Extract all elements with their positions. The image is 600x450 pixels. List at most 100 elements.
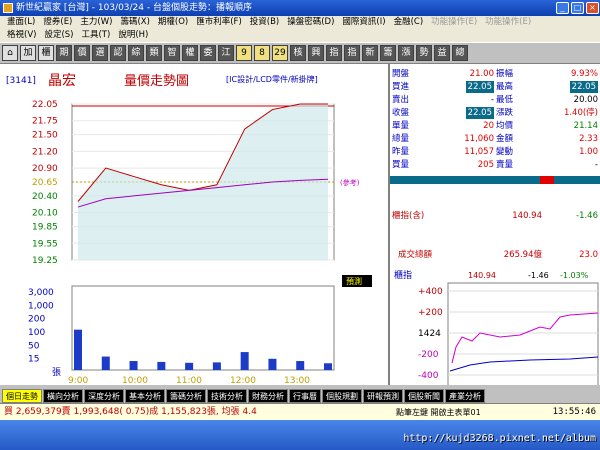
toolbar-btn-20[interactable]: 籌 [380,45,396,61]
maximize-button[interactable]: □ [571,2,584,14]
price-tick-3: 21.20 [32,147,58,157]
analysis-tabs: 個日走勢 橫向分析 深度分析 基本分析 籌碼分析 技術分析 財務分析 行事曆 個股規劃 研報預測個… [0,385,600,403]
amount-label: 金額 [496,134,514,144]
time-tick-3: 12:00 [230,376,256,385]
toolbar-btn-10[interactable]: 委 [200,45,216,61]
volume-tick-5: 15 [28,355,39,365]
toolbar-btn-23[interactable]: 益 [434,45,450,61]
toolbar: ⌂ 加櫃期價選認綜類智權委江 9 8 29 核興指指新籌漲勢益總 [0,42,600,64]
volume-tick-4: 50 [28,341,40,351]
price-tick-9: 19.55 [32,239,58,249]
footer-url: http://kujd3268.pixnet.net/album [403,433,596,444]
volume-bar-9 [324,363,332,370]
toolbar-btn-4[interactable]: 選 [92,45,108,61]
volume-bar-1 [101,356,110,370]
open-value: 21.00 [469,69,494,79]
menu-item-4[interactable]: 期權(O) [154,16,192,29]
toolbar-btn-11[interactable]: 江 [218,45,234,61]
minimize-button[interactable]: _ [556,2,569,14]
toolbar-btn-8[interactable]: 智 [164,45,180,61]
toolbar-btn-14[interactable]: 29 [272,45,288,61]
tab-9[interactable]: 研報預測 [363,389,403,403]
mini-tick-0: +400 [418,287,443,297]
prev-vol-value: 11,057 [464,147,494,157]
menu-item-10[interactable]: 功能操作(E) [427,16,481,29]
menu-item-2[interactable]: 主力(W) [76,16,116,29]
toolbar-btn-18[interactable]: 指 [344,45,360,61]
price-tick-10: 19.25 [32,256,58,266]
sell-vol-label: 賣量 [496,160,514,170]
tab-5[interactable]: 技術分析 [207,389,247,403]
menu2-item-1[interactable]: 設定(S) [40,29,77,42]
mini-tick-1: +200 [418,308,443,318]
tab-10[interactable]: 個股新聞 [404,389,444,403]
window-title: 新世紀贏家 [台灣] - 103/03/24 - 台盤個股走勢：播報順序 [16,3,252,13]
marker-red [540,176,554,184]
ref-label: (參考) [340,178,360,187]
toolbar-btn-5[interactable]: 認 [110,45,126,61]
toolbar-btn-22[interactable]: 勢 [416,45,432,61]
menu-bar: 畫面(L) 證券(E) 主力(W) 籌碼(X) 期權(O) 匯市利率(F) 投資(B) 操盤密… [0,16,600,42]
menu-item-6[interactable]: 投資(B) [246,16,283,29]
low-label: 最低 [496,95,514,105]
menu-item-1[interactable]: 證券(E) [39,16,76,29]
mini-tick-2: 1424 [418,329,441,339]
toolbar-btn-17[interactable]: 指 [326,45,342,61]
buy-vol-label: 買量 [392,160,410,170]
toolbar-btn-19[interactable]: 新 [362,45,378,61]
volume-bar-6 [240,352,249,370]
tab-0[interactable]: 個日走勢 [2,389,42,403]
home-icon[interactable]: ⌂ [2,45,18,61]
tab-8[interactable]: 個股規劃 [322,389,362,403]
toolbar-btn-15[interactable]: 核 [290,45,306,61]
menu-item-0[interactable]: 畫面(L) [3,16,39,29]
toolbar-btn-6[interactable]: 綜 [128,45,144,61]
toolbar-btn-7[interactable]: 類 [146,45,162,61]
tab-4[interactable]: 籌碼分析 [166,389,206,403]
toolbar-btn-16[interactable]: 興 [308,45,324,61]
change-value: 1.40(停) [563,108,598,118]
high-label: 最高 [496,82,514,92]
toolbar-btn-12[interactable]: 9 [236,45,252,61]
open-label: 開盤 [392,69,410,79]
menu-item-7[interactable]: 操盤密碼(D) [283,16,338,29]
index-value: 140.94 [512,211,542,221]
tab-1[interactable]: 橫向分析 [43,389,83,403]
mini-pct: -1.03% [560,271,589,280]
close-label: 收盤 [392,108,410,118]
tab-7[interactable]: 行事曆 [289,389,321,403]
total-value: 11,060 [464,134,494,144]
menu2-item-3[interactable]: 說明(H) [114,29,152,42]
menu-item-8[interactable]: 國際資訊(I) [338,16,389,29]
tab-2[interactable]: 深度分析 [84,389,124,403]
menu-item-3[interactable]: 籌碼(X) [116,16,153,29]
toolbar-btn-13[interactable]: 8 [254,45,270,61]
price-tick-2: 21.50 [32,131,58,141]
price-tick-4: 20.90 [32,164,58,174]
status-bar: 買 2,659,379賣 1,993,648( 0.75)成 1,155,823… [0,403,600,420]
toolbar-btn-3[interactable]: 價 [74,45,90,61]
toolbar-btn-24[interactable]: 總 [452,45,468,61]
menu-item-5[interactable]: 匯市利率(F) [192,16,246,29]
toolbar-btn-9[interactable]: 權 [182,45,198,61]
time-tick-1: 10:00 [122,376,148,385]
toolbar-buttons: 加櫃期價選認綜類智權委江 9 8 29 核興指指新籌漲勢益總 [20,45,470,61]
tab-11[interactable]: 產業分析 [445,389,485,403]
tab-6[interactable]: 財務分析 [248,389,288,403]
toolbar-btn-2[interactable]: 期 [56,45,72,61]
mini-tick-4: -400 [418,371,439,381]
menu-item-11[interactable]: 功能操作(E) [481,16,535,29]
total-label: 總量 [392,134,410,144]
close-button[interactable]: × [586,2,599,14]
menu2-item-0[interactable]: 格視(V) [3,29,40,42]
tab-3[interactable]: 基本分析 [125,389,165,403]
turnover-label: 成交總額 [398,250,433,260]
menu-item-9[interactable]: 金融(C) [390,16,428,29]
menu2-item-2[interactable]: 工具(T) [77,29,114,42]
toolbar-btn-21[interactable]: 漲 [398,45,414,61]
toolbar-btn-1[interactable]: 櫃 [38,45,54,61]
mini-frame [447,282,599,388]
toolbar-btn-0[interactable]: 加 [20,45,36,61]
price-tick-6: 20.40 [32,192,58,202]
price-tick-8: 19.85 [32,223,58,233]
